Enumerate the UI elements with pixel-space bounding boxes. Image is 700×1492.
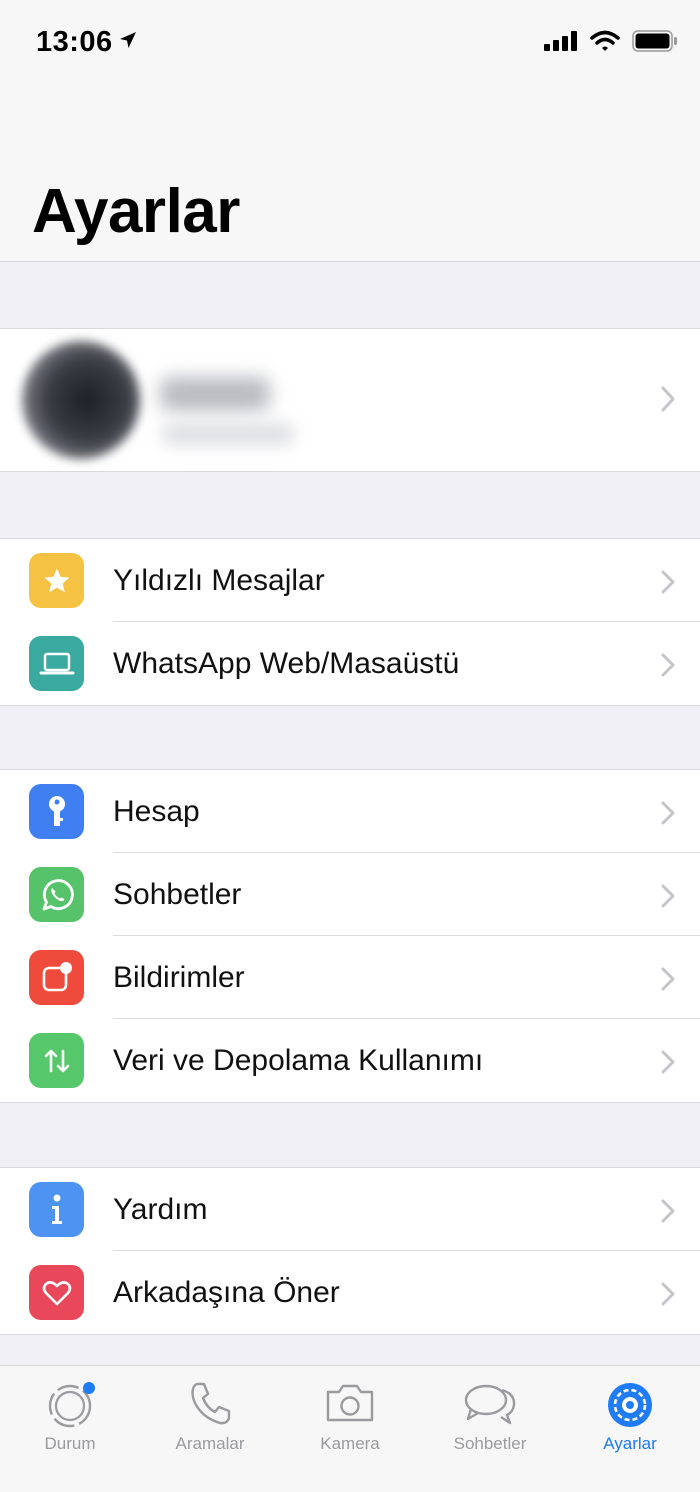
row-label: Yıldızlı Mesajlar bbox=[113, 564, 325, 597]
whatsapp-icon bbox=[29, 867, 84, 922]
settings-row-tell-a-friend[interactable]: Arkadaşına Öner bbox=[0, 1251, 700, 1334]
row-label: Hesap bbox=[113, 795, 200, 828]
tab-label: Sohbetler bbox=[453, 1434, 527, 1453]
settings-row-notifications[interactable]: Bildirimler bbox=[0, 936, 700, 1019]
status-bar: 13:06 bbox=[0, 0, 700, 90]
settings-row-help[interactable]: Yardım bbox=[0, 1168, 700, 1251]
tab-status[interactable]: Durum bbox=[0, 1366, 140, 1492]
avatar bbox=[22, 341, 140, 459]
tab-settings[interactable]: Ayarlar bbox=[560, 1366, 700, 1492]
status-time: 13:06 bbox=[36, 26, 113, 58]
row-label: Veri ve Depolama Kullanımı bbox=[113, 1044, 484, 1077]
settings-row-chats[interactable]: Sohbetler bbox=[0, 853, 700, 936]
chevron-right-icon bbox=[661, 1199, 675, 1223]
tab-label: Aramalar bbox=[175, 1434, 245, 1453]
chevron-right-icon bbox=[661, 884, 675, 908]
phone-icon bbox=[191, 1382, 231, 1425]
settings-row-whatsapp-web[interactable]: WhatsApp Web/Masaüstü bbox=[0, 622, 700, 705]
tab-calls[interactable]: Aramalar bbox=[140, 1366, 280, 1492]
settings-row-data-storage[interactable]: Veri ve Depolama Kullanımı bbox=[0, 1019, 700, 1102]
chevron-right-icon bbox=[661, 570, 675, 594]
chevron-right-icon bbox=[661, 801, 675, 825]
row-label: Arkadaşına Öner bbox=[113, 1276, 340, 1309]
key-icon bbox=[29, 784, 84, 839]
star-icon bbox=[29, 553, 84, 608]
settings-group-2: Hesap Sohbetler Bildirimler Veri ve Depo… bbox=[0, 769, 700, 1103]
notification-icon bbox=[29, 950, 84, 1005]
chevron-right-icon bbox=[661, 1050, 675, 1074]
tab-bar: Durum Aramalar Kamera Sohbetler Ayarlar bbox=[0, 1365, 700, 1492]
tab-label: Ayarlar bbox=[603, 1434, 657, 1453]
row-label: Yardım bbox=[113, 1193, 208, 1226]
chevron-right-icon bbox=[661, 653, 675, 677]
laptop-icon bbox=[29, 636, 84, 691]
location-arrow-icon bbox=[120, 32, 136, 48]
cellular-signal-icon bbox=[544, 31, 577, 51]
row-label: Sohbetler bbox=[113, 878, 242, 911]
battery-icon bbox=[632, 30, 677, 52]
settings-row-starred-messages[interactable]: Yıldızlı Mesajlar bbox=[0, 539, 700, 622]
settings-group-1: Yıldızlı Mesajlar WhatsApp Web/Masaüstü bbox=[0, 538, 700, 706]
chevron-right-icon bbox=[661, 386, 675, 412]
settings-gear-icon bbox=[608, 1383, 652, 1427]
tab-label: Kamera bbox=[320, 1434, 380, 1453]
header: Ayarlar bbox=[0, 90, 700, 262]
profile-row[interactable] bbox=[0, 328, 700, 472]
heart-icon bbox=[29, 1265, 84, 1320]
tab-camera[interactable]: Kamera bbox=[280, 1366, 420, 1492]
settings-row-account[interactable]: Hesap bbox=[0, 770, 700, 853]
tab-chats[interactable]: Sohbetler bbox=[420, 1366, 560, 1492]
camera-icon bbox=[326, 1384, 374, 1422]
page-title: Ayarlar bbox=[32, 177, 240, 246]
profile-name-blurred bbox=[160, 377, 270, 411]
chevron-right-icon bbox=[661, 967, 675, 991]
wifi-icon bbox=[590, 30, 620, 51]
settings-group-3: Yardım Arkadaşına Öner bbox=[0, 1167, 700, 1335]
row-label: Bildirimler bbox=[113, 961, 245, 994]
profile-status-blurred bbox=[162, 423, 294, 445]
tab-label: Durum bbox=[44, 1434, 96, 1453]
row-label: WhatsApp Web/Masaüstü bbox=[113, 647, 460, 680]
info-icon bbox=[29, 1182, 84, 1237]
status-icon bbox=[48, 1382, 95, 1428]
chevron-right-icon bbox=[661, 1282, 675, 1306]
data-transfer-icon bbox=[29, 1033, 84, 1088]
chat-bubbles-icon bbox=[464, 1384, 516, 1425]
